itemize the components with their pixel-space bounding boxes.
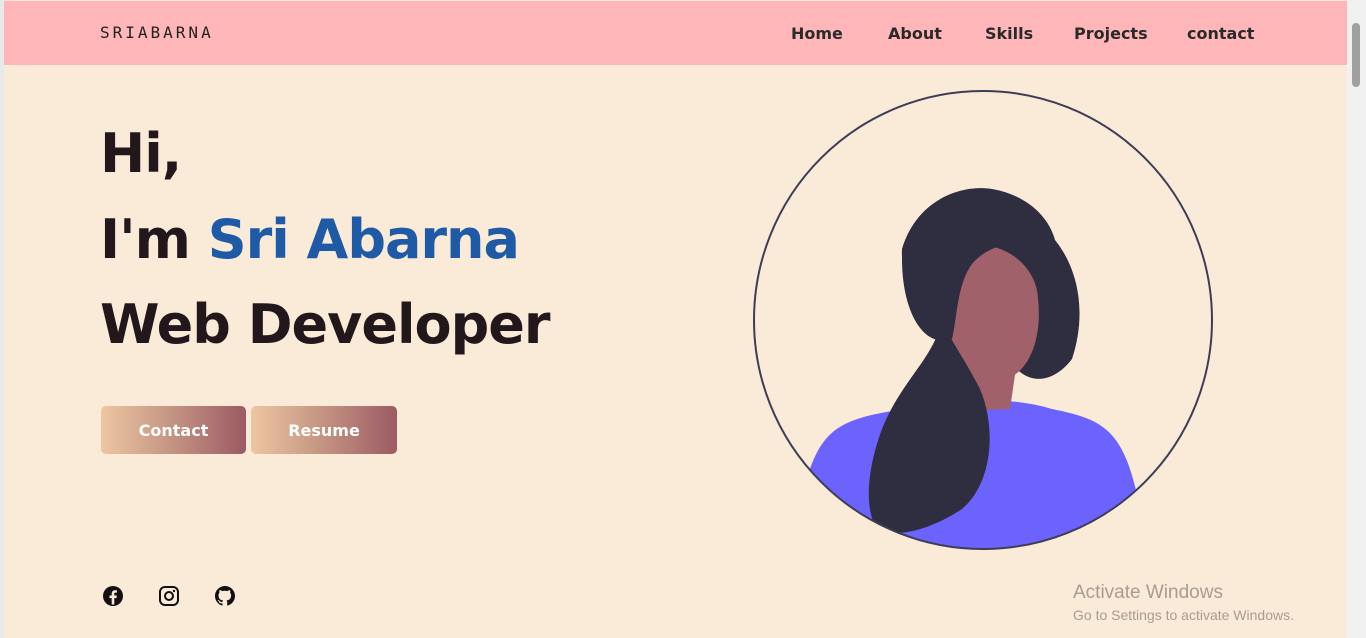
- window-edge: [0, 0, 4, 638]
- facebook-icon[interactable]: [101, 584, 125, 608]
- nav-skills[interactable]: Skills: [985, 24, 1033, 43]
- windows-activation-title: Activate Windows: [1073, 582, 1223, 603]
- hero-name: Sri Abarna: [207, 208, 520, 271]
- navbar: SRIABARNA Home About Skills Projects con…: [4, 1, 1347, 65]
- hero-intro-prefix: I'm: [100, 208, 208, 271]
- contact-button[interactable]: Contact: [101, 406, 246, 454]
- instagram-icon[interactable]: [157, 584, 181, 608]
- windows-activation-subtitle: Go to Settings to activate Windows.: [1073, 607, 1294, 623]
- nav-contact[interactable]: contact: [1187, 24, 1254, 43]
- scrollbar-thumb[interactable]: [1352, 23, 1360, 87]
- nav-about[interactable]: About: [888, 24, 942, 43]
- scrollbar[interactable]: [1347, 0, 1366, 638]
- nav-home[interactable]: Home: [791, 24, 843, 43]
- hero-intro: I'm Sri Abarna: [100, 208, 520, 271]
- profile-illustration: [752, 89, 1214, 551]
- resume-button[interactable]: Resume: [251, 406, 397, 454]
- nav-projects[interactable]: Projects: [1074, 24, 1148, 43]
- github-icon[interactable]: [213, 584, 237, 608]
- hero-greeting: Hi,: [100, 122, 182, 185]
- hero-role: Web Developer: [100, 293, 551, 356]
- site-logo[interactable]: SRIABARNA: [100, 23, 214, 42]
- page: SRIABARNA Home About Skills Projects con…: [0, 0, 1366, 638]
